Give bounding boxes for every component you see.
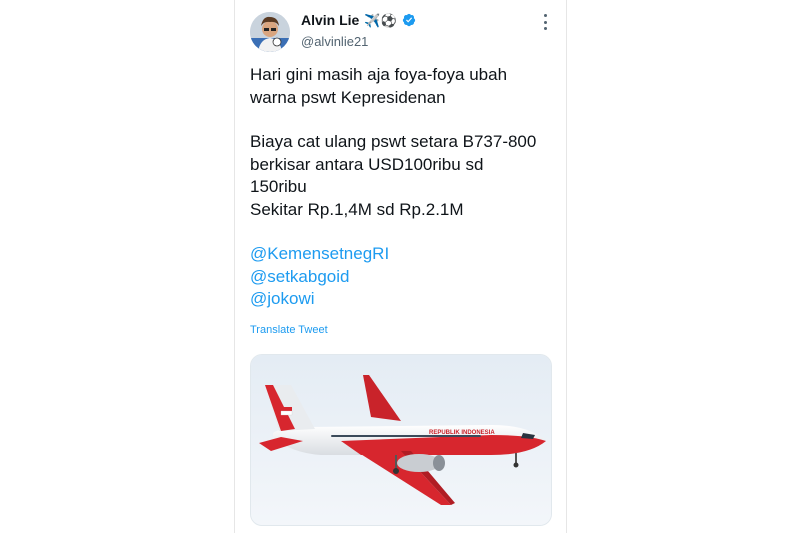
mention-link[interactable]: @setkabgoid [250, 266, 560, 289]
tweet-text-line: Hari gini masih aja foya-foya ubah [250, 65, 508, 84]
tweet-text-line: berkisar antara USD100ribu sd [250, 154, 484, 174]
author-name[interactable]: Alvin Lie [301, 12, 359, 28]
tweet-text-line: warna pswt Kepresidenan [250, 87, 446, 107]
tweet-text: Hari gini masih aja foya-foya ubah warna… [250, 64, 560, 311]
timeline-border-left [234, 0, 235, 533]
tweet-text-line: Biaya cat ulang pswt setara B737-800 [250, 132, 537, 151]
tweet-text-line: Sekitar Rp.1,4M sd Rp.2.1M [250, 199, 464, 219]
avatar[interactable] [250, 12, 290, 52]
mention-link[interactable]: @jokowi [250, 288, 560, 311]
author-row[interactable]: Alvin Lie ✈️⚽ [301, 12, 416, 28]
mention-link[interactable]: @KemensetnegRI [250, 243, 560, 266]
tweet-media-image[interactable]: REPUBLIK INDONESIA [250, 354, 552, 526]
translate-tweet-link[interactable]: Translate Tweet [250, 324, 328, 336]
tweet-text-line: 150ribu [250, 177, 307, 196]
more-options-icon[interactable] [539, 14, 551, 30]
author-handle[interactable]: @alvinlie21 [301, 34, 368, 49]
verified-badge-icon [402, 13, 415, 27]
author-emoji: ✈️⚽ [364, 12, 397, 28]
timeline-border-right [566, 0, 567, 533]
aircraft-photo: REPUBLIK INDONESIA [251, 355, 551, 525]
